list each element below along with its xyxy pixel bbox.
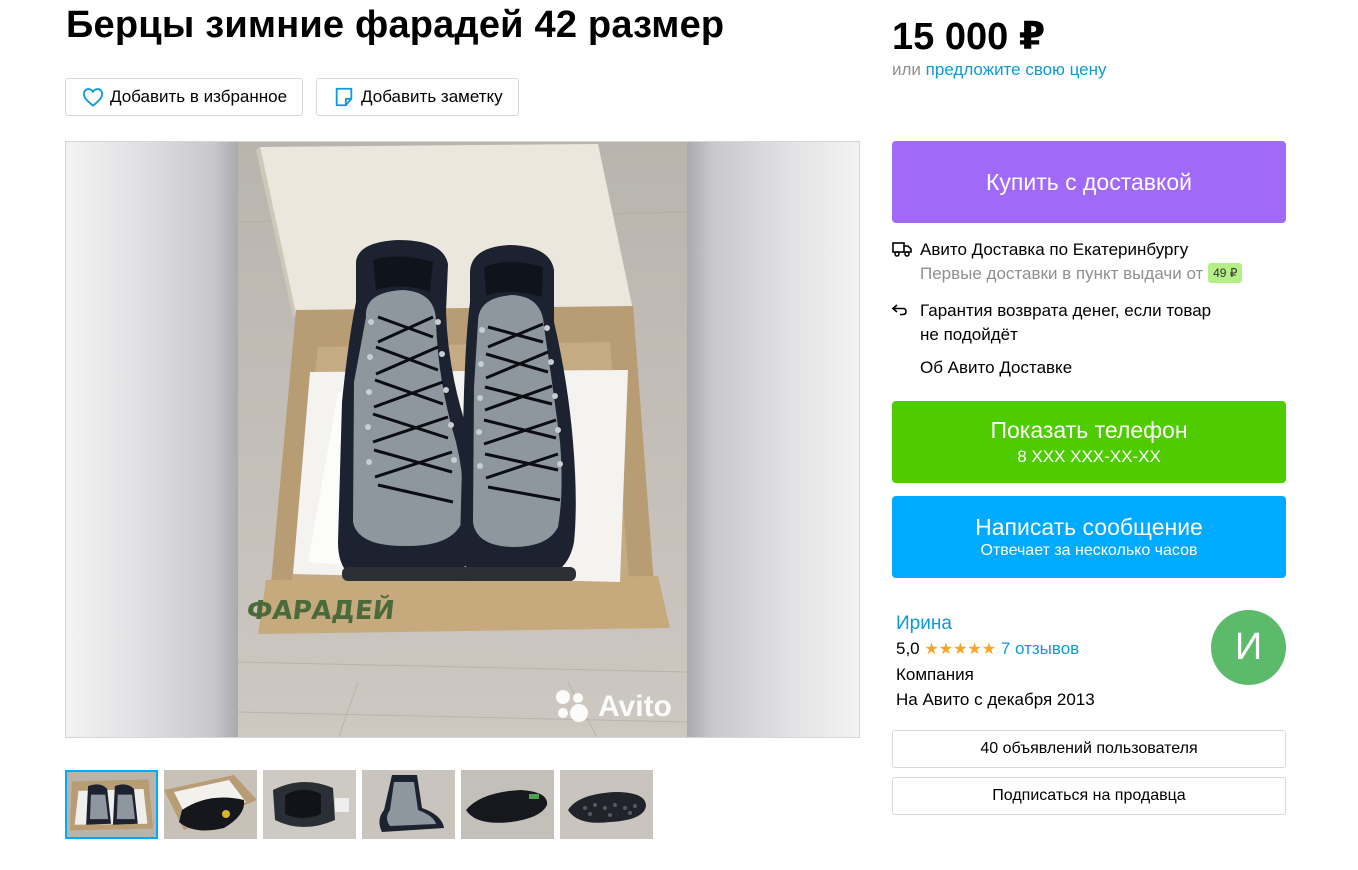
note-icon — [335, 87, 353, 107]
add-to-favorites-button[interactable]: Добавить в избранное — [65, 78, 304, 116]
thumbnail-3[interactable] — [263, 770, 356, 839]
listing-actions: Добавить в избранное Добавить заметку — [65, 78, 519, 116]
photo-gallery[interactable]: ФАРАДЕЙ Avito — [65, 141, 860, 738]
box-print: ФАРАДЕЙ — [245, 594, 396, 626]
show-phone-label: Показать телефон — [990, 417, 1188, 443]
delivery-price-badge: 49 ₽ — [1208, 263, 1243, 283]
main-photo[interactable]: ФАРАДЕЙ — [238, 142, 687, 738]
delivery-sub: Первые доставки в пункт выдачи от — [920, 264, 1204, 283]
seller-rating: 5,0 — [896, 639, 920, 658]
watermark-text: Avito — [598, 690, 672, 723]
show-phone-button[interactable]: Показать телефон 8 XXX XXX-XX-XX — [892, 401, 1286, 483]
thumbnail-image — [362, 770, 455, 839]
write-message-button[interactable]: Написать сообщение Отвечает за несколько… — [892, 496, 1286, 578]
listing-title: Берцы зимние фарадей 42 размер — [66, 4, 725, 46]
gallery-blur-left — [66, 142, 239, 737]
propose-price-link[interactable]: предложите свою цену — [926, 60, 1107, 79]
add-note-button[interactable]: Добавить заметку — [316, 78, 519, 116]
thumbnail-image — [461, 770, 554, 839]
thumbnail-image — [67, 772, 156, 837]
seller-avatar[interactable]: И — [1211, 610, 1286, 685]
offer-prefix: или — [892, 60, 921, 79]
thumbnail-5[interactable] — [461, 770, 554, 839]
delivery-info: Авито Доставка по Екатеринбургу Первые д… — [891, 238, 1286, 380]
subscribe-seller-button[interactable]: Подписаться на продавца — [892, 777, 1286, 815]
return-arrow-icon — [891, 304, 907, 316]
thumbnail-1[interactable] — [65, 770, 158, 839]
thumbnail-strip — [65, 770, 653, 839]
guarantee-text: Гарантия возврата денег, если товар не п… — [920, 301, 1212, 344]
avito-watermark: Avito — [556, 690, 672, 724]
about-delivery-link[interactable]: Об Авито Доставке — [920, 356, 1072, 380]
thumbnail-image — [164, 770, 257, 839]
gallery-blur-right — [686, 142, 859, 737]
delivery-title: Авито Доставка по Екатеринбургу — [920, 240, 1189, 259]
thumbnail-2[interactable] — [164, 770, 257, 839]
seller-since: На Авито с декабря 2013 — [896, 690, 1095, 709]
thumbnail-4[interactable] — [362, 770, 455, 839]
thumbnail-6[interactable] — [560, 770, 653, 839]
response-time: Отвечает за несколько часов — [980, 542, 1198, 559]
heart-icon — [82, 88, 104, 107]
seller-ads-button[interactable]: 40 объявлений пользователя — [892, 730, 1286, 768]
note-label: Добавить заметку — [361, 87, 503, 106]
avito-logo-icon — [556, 690, 590, 724]
truck-icon — [892, 242, 912, 257]
thumbnail-image — [560, 770, 653, 839]
buy-with-delivery-button[interactable]: Купить с доставкой — [892, 141, 1286, 223]
rating-stars-icon: ★★★★★ — [924, 641, 997, 658]
price: 15 000 ₽ — [892, 16, 1046, 58]
reviews-link[interactable]: 7 отзывов — [1001, 639, 1079, 658]
write-message-label: Написать сообщение — [975, 514, 1203, 540]
thumbnail-image — [263, 770, 356, 839]
phone-masked: 8 XXX XXX-XX-XX — [1017, 447, 1161, 466]
price-offer: или предложите свою цену — [892, 60, 1107, 80]
favorites-label: Добавить в избранное — [110, 87, 288, 106]
